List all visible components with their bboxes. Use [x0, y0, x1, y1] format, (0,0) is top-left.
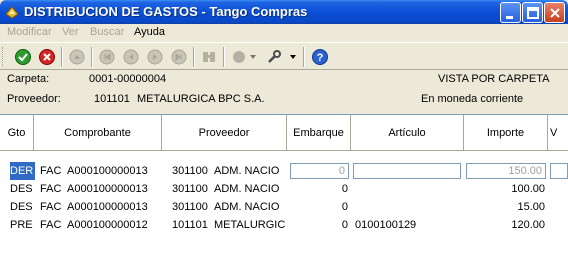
cell-tipo[interactable]: FAC — [40, 162, 66, 180]
column-header-proveedor[interactable]: Proveedor — [162, 115, 287, 151]
v-field[interactable] — [550, 163, 568, 179]
toolbar-separator — [193, 47, 195, 67]
cell-comprobante[interactable]: A000100000012 — [67, 216, 161, 234]
cell-articulo[interactable]: 0100100129 — [355, 216, 463, 234]
calculator-icon[interactable] — [201, 49, 217, 65]
toolbar: ? — [0, 42, 568, 70]
maximize-icon — [527, 7, 539, 19]
view-mode-label: VISTA POR CARPETA — [438, 73, 550, 85]
svg-text:?: ? — [317, 52, 324, 64]
menu-ver[interactable]: Ver — [62, 26, 79, 38]
articulo-field[interactable] — [353, 163, 461, 179]
cell-embarque: 0 — [338, 165, 345, 177]
accept-icon[interactable] — [15, 49, 31, 65]
chevron-down-icon[interactable] — [250, 55, 256, 59]
carpeta-value: 0001-00000004 — [89, 73, 167, 85]
minimize-icon — [506, 16, 513, 19]
title-bar[interactable]: DISTRIBUCION DE GASTOS - Tango Compras — [0, 0, 568, 24]
cell-comprobante[interactable]: A000100000013 — [67, 198, 161, 216]
cell-articulo — [356, 162, 460, 180]
app-icon — [5, 6, 19, 19]
help-icon[interactable]: ? — [312, 49, 328, 65]
menu-buscar[interactable]: Buscar — [90, 26, 124, 38]
cell-prov-name[interactable]: ADM. NACIO — [214, 198, 286, 216]
chevron-down-icon[interactable] — [290, 55, 296, 59]
toolbar-separator — [223, 47, 225, 67]
carpeta-label: Carpeta: — [7, 73, 50, 85]
cell-gto[interactable]: DES — [10, 198, 35, 216]
cell-embarque[interactable]: 0 — [290, 216, 351, 234]
cell-importe: 150.00 — [508, 165, 542, 177]
previous-icon[interactable] — [123, 49, 139, 65]
cell-prov-code[interactable]: 301100 — [172, 180, 212, 198]
window-title: DISTRIBUCION DE GASTOS - Tango Compras — [24, 4, 308, 19]
up-icon[interactable] — [69, 49, 85, 65]
cell-gto[interactable]: DER — [10, 162, 35, 180]
column-header-importe[interactable]: Importe — [464, 115, 548, 151]
menu-bar: Modificar Ver Buscar Ayuda — [0, 24, 568, 41]
cell-prov-name[interactable]: ADM. NACIO — [214, 162, 286, 180]
menu-ayuda[interactable]: Ayuda — [134, 26, 165, 38]
cell-tipo[interactable]: FAC — [40, 198, 66, 216]
cell-gto[interactable]: DES — [10, 180, 35, 198]
cell-embarque[interactable]: 0 — [290, 198, 351, 216]
column-header-comprobante[interactable]: Comprobante — [34, 115, 162, 151]
cell-comprobante[interactable]: A000100000013 — [67, 180, 161, 198]
cell-prov-code[interactable]: 301100 — [172, 162, 212, 180]
currency-label: En moneda corriente — [421, 93, 524, 105]
cell-prov-name[interactable]: METALURGIC — [214, 216, 286, 234]
toolbar-separator — [91, 47, 93, 67]
column-header-v[interactable]: V — [548, 115, 568, 151]
cell-tipo[interactable]: FAC — [40, 180, 66, 198]
cell-prov-code[interactable]: 301100 — [172, 198, 212, 216]
column-header-gto[interactable]: Gto — [0, 115, 34, 151]
cell-prov-name[interactable]: ADM. NACIO — [214, 180, 286, 198]
importe-field[interactable]: 150.00 — [466, 163, 546, 179]
first-icon[interactable] — [99, 49, 115, 65]
cancel-icon[interactable] — [39, 49, 55, 65]
minimize-button[interactable] — [500, 2, 521, 23]
gear-icon[interactable] — [231, 49, 247, 65]
header-info: Carpeta: 0001-00000004 VISTA POR CARPETA… — [0, 71, 568, 114]
close-icon — [550, 8, 560, 18]
menu-modificar[interactable]: Modificar — [7, 26, 52, 38]
column-header-embarque[interactable]: Embarque — [287, 115, 351, 151]
next-icon[interactable] — [147, 49, 163, 65]
cell-importe[interactable]: 15.00 — [466, 198, 548, 216]
proveedor-label: Proveedor: — [7, 93, 61, 105]
proveedor-code: 101101 — [94, 93, 130, 105]
cell-embarque[interactable]: 0 — [290, 180, 351, 198]
cell-articulo[interactable] — [355, 198, 463, 216]
last-icon[interactable] — [171, 49, 187, 65]
toolbar-separator — [61, 47, 63, 67]
proveedor-name: METALURGICA BPC S.A. — [137, 93, 265, 105]
cell-gto[interactable]: PRE — [10, 216, 35, 234]
cell-tipo[interactable]: FAC — [40, 216, 66, 234]
column-header-articulo[interactable]: Artículo — [351, 115, 464, 151]
cell-comprobante[interactable]: A000100000013 — [67, 162, 161, 180]
cell-importe[interactable]: 100.00 — [466, 180, 548, 198]
toolbar-grip[interactable] — [2, 47, 5, 67]
expenses-grid[interactable]: Gto Comprobante Proveedor Embarque Artíc… — [0, 114, 568, 260]
cell-articulo[interactable] — [355, 180, 463, 198]
cell-prov-code[interactable]: 101101 — [172, 216, 212, 234]
embarque-field[interactable]: 0 — [290, 163, 349, 179]
cell-importe[interactable]: 120.00 — [466, 216, 548, 234]
toolbar-separator — [303, 47, 305, 67]
tools-icon[interactable] — [266, 49, 282, 65]
close-button[interactable] — [544, 2, 565, 23]
maximize-button[interactable] — [522, 2, 543, 23]
